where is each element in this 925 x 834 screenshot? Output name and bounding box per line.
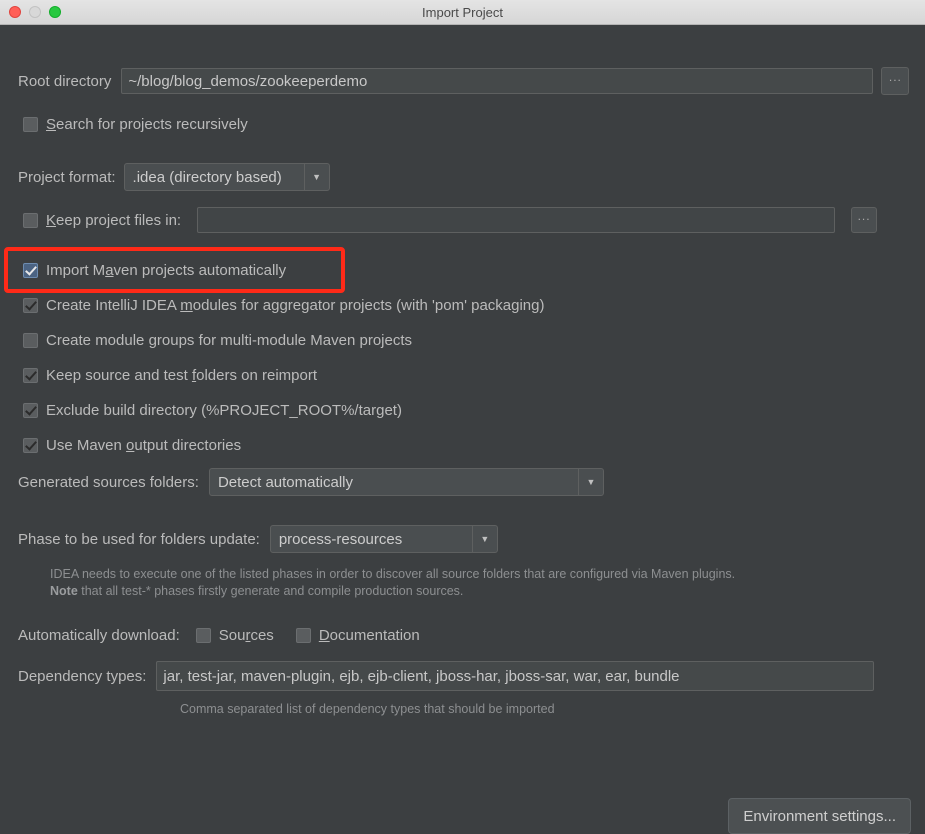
root-directory-input[interactable]: ~/blog/blog_demos/zookeeperdemo [121,68,874,94]
maven-option-create-intellij-idea-modules-checkbox[interactable] [23,298,38,313]
generated-sources-label: Generated sources folders: [18,473,199,491]
phase-update-combobox[interactable]: process-resources ▼ [269,525,498,553]
phase-hint-line2-rest: that all test-* phases firstly generate … [77,584,464,598]
label-pre: Exclude build directory (%PROJECT_ROOT%/… [46,402,402,419]
close-window-button[interactable] [9,6,21,18]
root-directory-label: Root directory [18,72,112,90]
maven-option-use-maven-output-directories-label: Use Maven output directories [46,437,241,454]
chevron-down-icon: ▼ [303,164,329,190]
auto-download-row: Automatically download: Sources Document… [18,627,420,644]
search-recursively-mnemonic: S [46,116,57,133]
label-pre: Use Maven [46,437,127,454]
auto-download-documentation-label: Documentation [319,627,420,644]
label-pre: Create IntelliJ IDEA [46,297,181,314]
chevron-down-icon: ▼ [471,526,497,552]
search-recursively-row[interactable]: Search for projects recursively [23,116,248,133]
environment-settings-button[interactable]: Environment settings... [728,798,911,834]
label-post: utput directories [134,437,242,454]
auto-download-sources-pre: Sou [218,627,246,644]
generated-sources-row: Generated sources folders: Detect automa… [18,468,604,496]
maven-option-import-maven-projects-automatically-row[interactable]: Import Maven projects automatically [23,262,286,279]
window-controls [0,6,61,18]
label-pre: Create module [46,332,149,349]
search-recursively-label: Search for projects recursively [46,116,248,133]
label-mnemonic: a [105,262,114,279]
phase-hint: IDEA needs to execute one of the listed … [50,566,735,600]
keep-project-files-browse-button[interactable]: ... [851,207,878,233]
phase-update-value: process-resources [278,530,403,548]
auto-download-documentation-row[interactable]: Documentation [295,627,420,644]
search-recursively-checkbox[interactable] [23,117,38,132]
keep-project-files-row[interactable]: Keep project files in: ... [23,207,878,233]
maven-option-keep-source-and-test-folders-label: Keep source and test folders on reimport [46,367,317,384]
maven-option-import-maven-projects-automatically-checkbox[interactable] [23,263,38,278]
label-post: odules for aggregator projects (with 'po… [192,297,545,314]
maven-option-exclude-build-directory-checkbox[interactable] [23,403,38,418]
generated-sources-value: Detect automatically [217,473,353,491]
keep-project-files-checkbox[interactable] [23,212,38,228]
ellipsis-icon: ... [888,70,902,84]
phase-hint-line2: Note that all test-* phases firstly gene… [50,583,735,600]
window-title: Import Project [422,4,503,20]
root-directory-browse-button[interactable]: ... [881,67,910,95]
generated-sources-combobox[interactable]: Detect automatically ▼ [208,468,604,496]
maven-option-import-maven-projects-automatically-label: Import Maven projects automatically [46,262,286,279]
label-post: ven projects automatically [113,262,287,279]
maven-option-use-maven-output-directories-row[interactable]: Use Maven output directories [23,437,241,454]
auto-download-sources-checkbox[interactable] [195,628,211,643]
auto-download-sources-row[interactable]: Sources [195,627,274,644]
auto-download-sources-label: Sources [219,627,274,644]
phase-hint-line1: IDEA needs to execute one of the listed … [50,567,736,581]
auto-download-documentation-checkbox[interactable] [295,628,311,643]
dependency-types-label: Dependency types: [18,667,147,685]
auto-download-label: Automatically download: [18,627,180,644]
maven-option-create-intellij-idea-modules-row[interactable]: Create IntelliJ IDEA modules for aggrega… [23,297,544,314]
phase-update-row: Phase to be used for folders update: pro… [18,525,498,553]
label-mnemonic: m [180,297,193,314]
dependency-types-hint: Comma separated list of dependency types… [180,702,555,716]
label-mnemonic: g [148,332,157,349]
label-pre: Keep source and test [46,367,192,384]
maven-option-create-module-groups-checkbox[interactable] [23,333,38,348]
phase-hint-note: Note [50,584,78,598]
keep-project-files-input[interactable] [197,207,836,233]
root-directory-row: Root directory ~/blog/blog_demos/zookeep… [18,67,910,95]
project-format-value: .idea (directory based) [132,168,282,186]
dependency-types-row: Dependency types: jar, test-jar, maven-p… [18,661,875,691]
maven-option-keep-source-and-test-folders-row[interactable]: Keep source and test folders on reimport [23,367,317,384]
maven-option-keep-source-and-test-folders-checkbox[interactable] [23,368,38,383]
keep-project-files-label-text: eep project files in: [56,211,182,229]
ellipsis-icon: ... [857,209,871,223]
maven-option-create-module-groups-label: Create module groups for multi-module Ma… [46,332,412,349]
maven-option-exclude-build-directory-row[interactable]: Exclude build directory (%PROJECT_ROOT%/… [23,402,402,419]
phase-update-label: Phase to be used for folders update: [18,530,260,548]
auto-download-documentation-post: ocumentation [329,627,420,644]
keep-project-files-mnemonic: K [46,211,57,229]
auto-download-documentation-mnemonic: D [318,627,330,644]
project-format-combobox[interactable]: .idea (directory based) ▼ [123,163,330,191]
maven-option-use-maven-output-directories-checkbox[interactable] [23,438,38,453]
label-post: olders on reimport [196,367,317,384]
maven-option-create-module-groups-row[interactable]: Create module groups for multi-module Ma… [23,332,412,349]
maven-option-exclude-build-directory-label: Exclude build directory (%PROJECT_ROOT%/… [46,402,402,419]
maven-option-create-intellij-idea-modules-label: Create IntelliJ IDEA modules for aggrega… [46,297,544,314]
import-project-dialog: Root directory ~/blog/blog_demos/zookeep… [0,25,925,834]
zoom-window-button[interactable] [49,6,61,18]
chevron-down-icon: ▼ [577,469,603,495]
label-post: roups for multi-module Maven projects [156,332,413,349]
minimize-window-button[interactable] [29,6,41,18]
keep-project-files-label: Keep project files in: [46,212,181,229]
dependency-types-input[interactable]: jar, test-jar, maven-plugin, ejb, ejb-cl… [156,661,875,691]
search-recursively-label-text: earch for projects recursively [56,116,248,133]
auto-download-sources-post: ces [250,627,274,644]
window-titlebar: Import Project [0,0,925,25]
project-format-label: Project format: [18,168,116,186]
project-format-row: Project format: .idea (directory based) … [18,163,330,191]
label-pre: Import M [46,262,106,279]
